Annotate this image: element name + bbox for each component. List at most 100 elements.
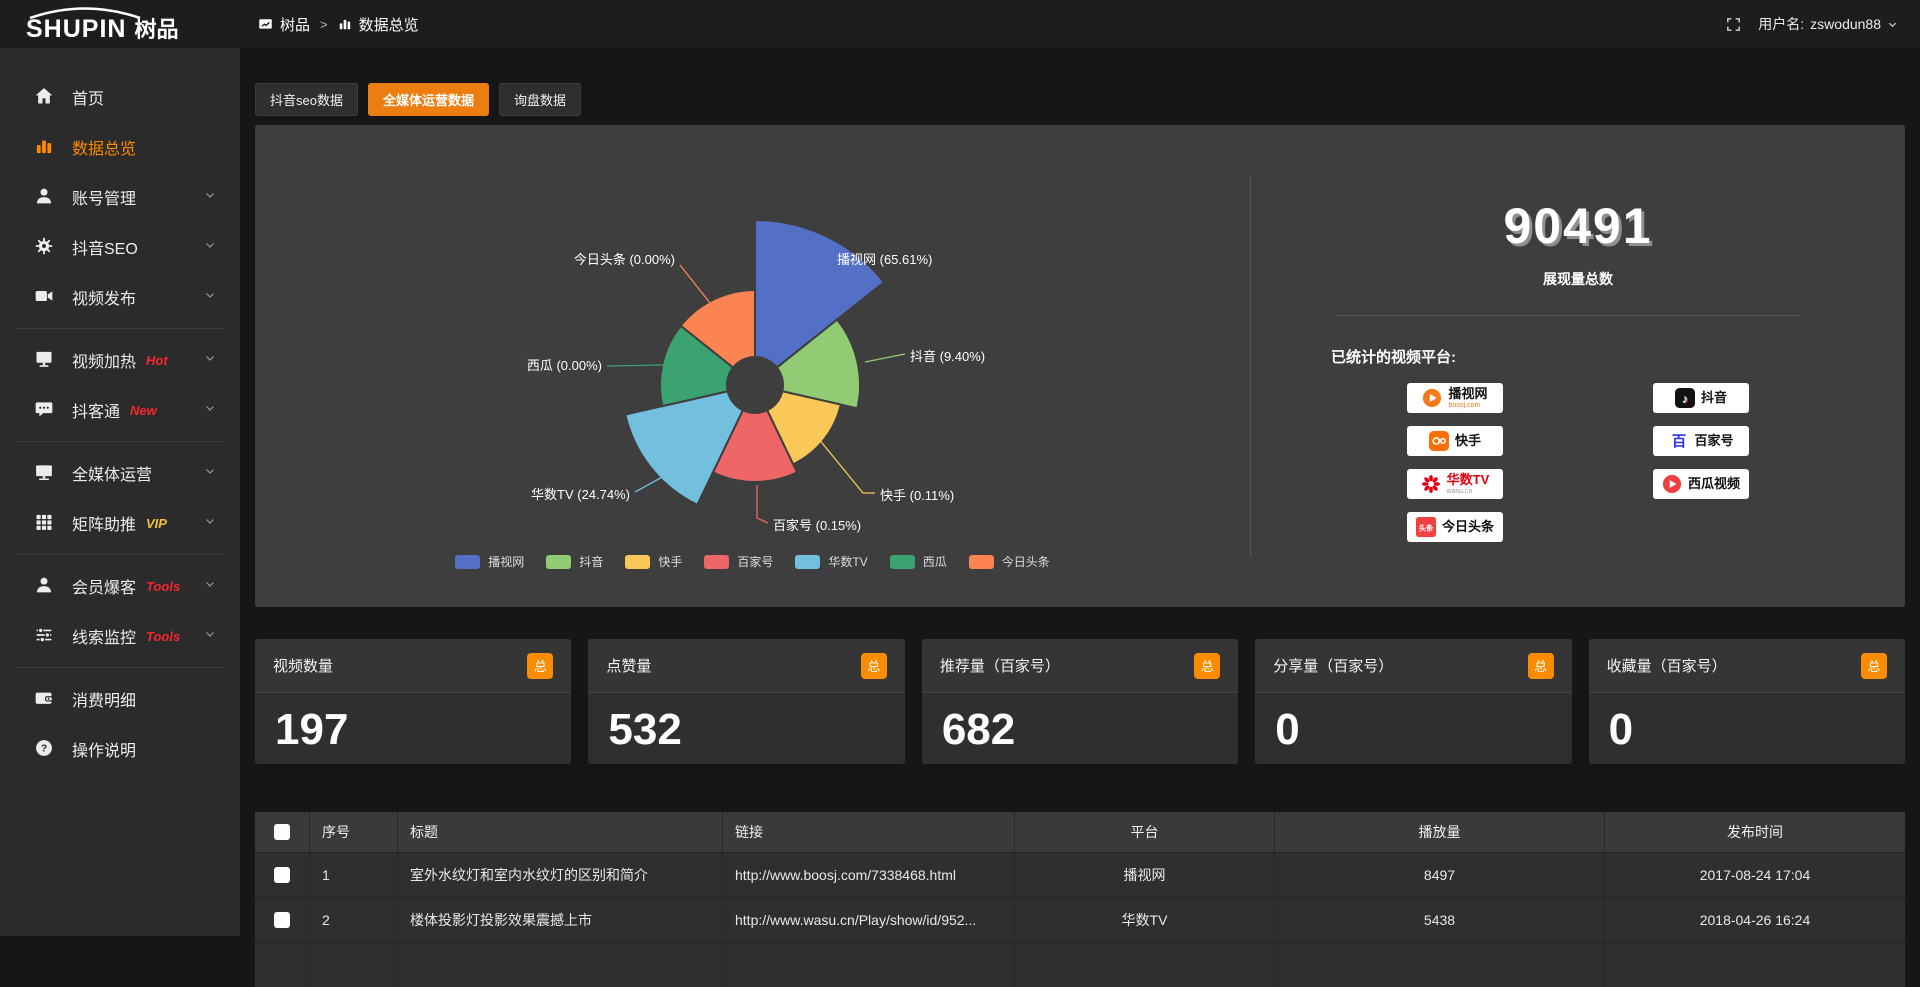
pie-label: 百家号 (0.15%) — [773, 518, 861, 533]
app-logo: SHUPIN 树品 — [0, 6, 240, 42]
row-url-link[interactable]: http://www.wasu.cn/Play/show/id/952... — [723, 897, 1015, 942]
sidebar-item-douketong[interactable]: 抖客通New — [0, 385, 240, 435]
platform-subtext: boosj.com — [1448, 402, 1480, 409]
pie-label: 快手 (0.11%) — [880, 488, 954, 503]
pie-chart-svg: 播视网 (65.61%)抖音 (9.40%)快手 (0.11%)百家号 (0.1… — [255, 125, 1250, 607]
row-checkbox[interactable] — [274, 912, 290, 928]
legend-item-百家号[interactable]: 百家号 — [704, 553, 773, 570]
sidebar-item-douyin-seo[interactable]: 抖音SEO — [0, 222, 240, 272]
legend-item-快手[interactable]: 快手 — [625, 553, 682, 570]
logo-text-en: SHUPIN — [26, 15, 126, 43]
row-index: 1 — [310, 852, 398, 897]
platform-badge-华数TV: 华数TVwasu.cn — [1407, 469, 1503, 499]
total-badge[interactable]: 总 — [1528, 653, 1554, 679]
tab-douyin-seo-data[interactable]: 抖音seo数据 — [255, 83, 358, 116]
sidebar-item-video-heat[interactable]: 视频加热Hot — [0, 335, 240, 385]
sidebar-item-label: 视频加热 — [72, 348, 136, 372]
topbar: SHUPIN 树品 树品 > 数据总览 用户名: zswodun88 — [0, 0, 1920, 48]
sidebar-item-matrix-boost[interactable]: 矩阵助推 VIP — [0, 498, 240, 548]
sidebar-item-home[interactable]: 首页 — [0, 72, 240, 122]
sidebar-item-media-operation[interactable]: 全媒体运营 — [0, 448, 240, 498]
total-badge[interactable]: 总 — [1194, 653, 1220, 679]
platform-name: 百家号 — [1695, 434, 1734, 448]
table-header-row: 序号标题链接平台播放量发布时间 — [255, 812, 1905, 852]
platform-badge-西瓜视频: 西瓜视频 — [1653, 469, 1749, 499]
breadcrumb-current[interactable]: 数据总览 — [359, 14, 419, 35]
pie-label-line — [607, 365, 663, 366]
col-header-title: 标题 — [398, 812, 723, 852]
sidebar-item-member-baoke[interactable]: 会员爆客 Tools — [0, 561, 240, 611]
menu-badge: Tools — [146, 579, 180, 594]
main-content: 抖音seo数据全媒体运营数据询盘数据 播视网 (65.61%)抖音 (9.40%… — [240, 48, 1920, 936]
sidebar-item-data-overview[interactable]: 数据总览 — [0, 122, 240, 172]
sidebar-item-help[interactable]: ?操作说明 — [0, 724, 240, 774]
menu-badge: Tools — [146, 629, 180, 644]
select-all-checkbox[interactable] — [274, 824, 290, 840]
toutiao-logo: 头条 — [1416, 517, 1436, 537]
menu-badge: VIP — [146, 516, 167, 531]
stat-card-header: 视频数量总 — [255, 639, 571, 693]
legend-swatch — [890, 555, 915, 569]
tab-media-operation-data[interactable]: 全媒体运营数据 — [368, 83, 489, 116]
sidebar-item-label: 全媒体运营 — [72, 461, 152, 485]
platform-badge-今日头条: 头条今日头条 — [1407, 512, 1503, 542]
table-row-2: 2楼体投影灯投影效果震撼上市http://www.wasu.cn/Play/sh… — [255, 897, 1905, 942]
help-icon: ? — [34, 738, 56, 760]
stat-card-header: 推荐量（百家号）总 — [922, 639, 1238, 693]
wasu-logo — [1421, 474, 1441, 494]
total-badge[interactable]: 总 — [1861, 653, 1887, 679]
sidebar-item-label: 首页 — [72, 85, 104, 109]
row-title-link[interactable]: 楼体投影灯投影效果震撼上市 — [398, 897, 723, 942]
total-impressions-label: 展现量总数 — [1251, 269, 1905, 289]
pie-label: 西瓜 (0.00%) — [527, 358, 602, 373]
row-title-link[interactable] — [398, 942, 723, 987]
row-select-cell — [255, 852, 310, 897]
row-plays — [1275, 942, 1605, 987]
row-time — [1605, 942, 1905, 987]
boosj-logo — [1422, 388, 1442, 408]
stat-card-label: 收藏量（百家号） — [1607, 655, 1727, 676]
sidebar-item-label: 抖客通 — [72, 398, 120, 422]
platform-name: 抖音 — [1701, 391, 1727, 405]
legend-item-华数TV[interactable]: 华数TV — [795, 553, 867, 570]
fullscreen-icon[interactable] — [1725, 16, 1742, 33]
user-menu[interactable]: 用户名: zswodun88 — [1758, 14, 1898, 34]
legend-item-西瓜[interactable]: 西瓜 — [890, 553, 947, 570]
legend-item-播视网[interactable]: 播视网 — [455, 553, 524, 570]
row-url-link[interactable] — [723, 942, 1015, 987]
sidebar-item-expense-detail[interactable]: 消费明细 — [0, 674, 240, 724]
stat-card-label: 分享量（百家号） — [1273, 655, 1393, 676]
sidebar-item-video-publish[interactable]: 视频发布 — [0, 272, 240, 322]
platform-name: 播视网 — [1448, 387, 1487, 401]
legend-item-今日头条[interactable]: 今日头条 — [969, 553, 1050, 570]
total-badge[interactable]: 总 — [861, 653, 887, 679]
stat-card-header: 收藏量（百家号） 总 — [1589, 639, 1905, 693]
row-checkbox[interactable] — [274, 867, 290, 883]
legend-item-抖音[interactable]: 抖音 — [546, 553, 603, 570]
chevron-down-icon — [204, 514, 216, 532]
row-title-link[interactable]: 室外水纹灯和室内水纹灯的区别和简介 — [398, 852, 723, 897]
stat-card-value: 532 — [588, 693, 904, 755]
sidebar-item-account-manage[interactable]: 账号管理 — [0, 172, 240, 222]
breadcrumb-root[interactable]: 树品 — [280, 14, 310, 35]
stat-card-4: 收藏量（百家号）总0 — [1589, 639, 1905, 764]
chevron-down-icon — [204, 351, 216, 369]
sidebar-item-label: 线索监控 — [72, 624, 136, 648]
platform-name: 今日头条 — [1442, 520, 1494, 534]
sidebar-item-label: 账号管理 — [72, 185, 136, 209]
legend-label: 抖音 — [579, 553, 603, 570]
row-url-link[interactable]: http://www.boosj.com/7338468.html — [723, 852, 1015, 897]
stat-card-value: 197 — [255, 693, 571, 755]
row-platform — [1015, 942, 1275, 987]
total-badge[interactable]: 总 — [527, 653, 553, 679]
sidebar-item-label: 会员爆客 — [72, 574, 136, 598]
sidebar-item-label: 矩阵助推 — [72, 511, 136, 535]
sidebar-item-clue-monitor[interactable]: 线索监控 Tools — [0, 611, 240, 661]
chart-panel: 播视网 (65.61%)抖音 (9.40%)快手 (0.11%)百家号 (0.1… — [255, 125, 1905, 607]
grid-icon — [34, 512, 56, 534]
sidebar-item-label: 抖音SEO — [72, 235, 138, 259]
stat-card-value: 682 — [922, 693, 1238, 755]
gear-icon — [34, 236, 56, 258]
tab-inquiry-data[interactable]: 询盘数据 — [499, 83, 581, 116]
pie-label: 播视网 (65.61%) — [837, 252, 932, 267]
